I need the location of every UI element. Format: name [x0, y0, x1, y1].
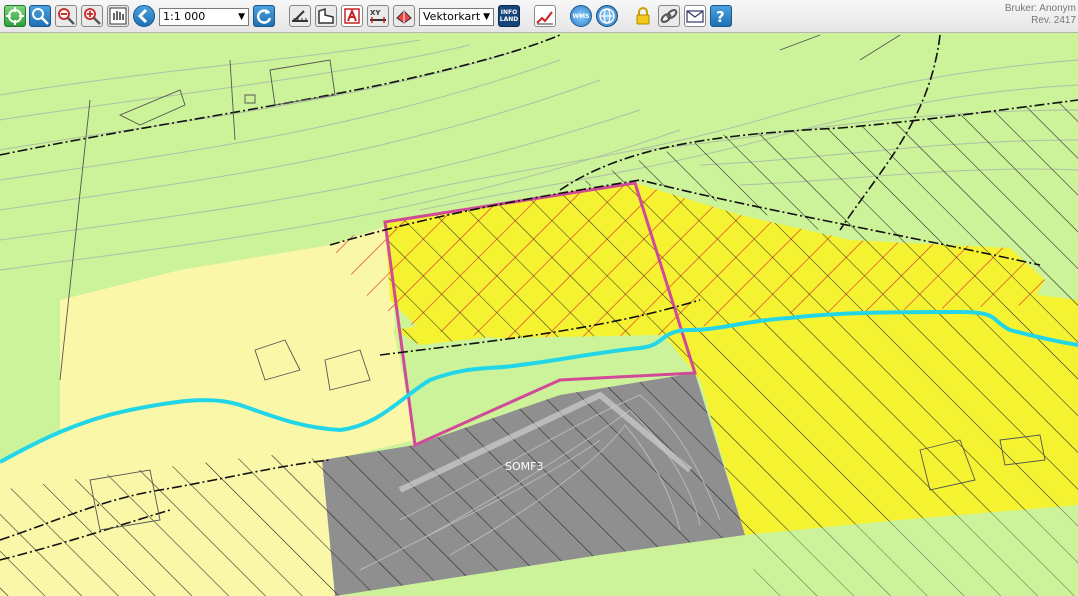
- svg-text:XY: XY: [370, 9, 381, 17]
- pan-icon[interactable]: [107, 5, 129, 27]
- chevron-down-icon: ▼: [238, 12, 245, 22]
- text-icon[interactable]: [341, 5, 363, 27]
- scale-value: 1:1 000: [163, 10, 206, 23]
- wms-icon[interactable]: WMS: [570, 5, 592, 27]
- layer-select[interactable]: Vektorkart ▼: [419, 8, 494, 26]
- rev-line: Rev. 2417: [1031, 15, 1076, 26]
- lock-icon[interactable]: [632, 5, 654, 27]
- refresh-icon[interactable]: [253, 5, 275, 27]
- measure-icon[interactable]: [289, 5, 311, 27]
- area-icon[interactable]: [315, 5, 337, 27]
- zoom-window-icon[interactable]: [29, 5, 51, 27]
- link-icon[interactable]: [658, 5, 680, 27]
- profile-icon[interactable]: [534, 5, 556, 27]
- user-line: Bruker: Anonym: [1004, 3, 1076, 14]
- infoland-label: INFO LAND: [499, 9, 519, 23]
- plot-label: SOMF3: [505, 460, 543, 473]
- print-icon[interactable]: [393, 5, 415, 27]
- chevron-down-icon: ▼: [483, 12, 490, 22]
- zoom-out-icon[interactable]: [55, 5, 77, 27]
- wms-label: WMS: [572, 12, 590, 20]
- layer-value: Vektorkart: [423, 10, 481, 23]
- svg-text:?: ?: [716, 8, 725, 26]
- zoom-extent-icon[interactable]: [4, 5, 26, 27]
- zoom-in-icon[interactable]: [81, 5, 103, 27]
- map-canvas[interactable]: SOMF3: [0, 33, 1078, 596]
- globe-icon[interactable]: [596, 5, 618, 27]
- back-icon[interactable]: [133, 5, 155, 27]
- user-info: Bruker: Anonym Rev. 2417: [1005, 3, 1076, 27]
- coordinate-icon[interactable]: XY: [367, 5, 389, 27]
- mail-icon[interactable]: [684, 5, 706, 27]
- infoland-icon[interactable]: INFO LAND: [498, 5, 520, 27]
- help-icon[interactable]: ?: [710, 5, 732, 27]
- toolbar: 1:1 000 ▼ XY Vektorkart ▼ INFO LAND WMS ? …: [0, 0, 1078, 33]
- scale-select[interactable]: 1:1 000 ▼: [159, 8, 249, 26]
